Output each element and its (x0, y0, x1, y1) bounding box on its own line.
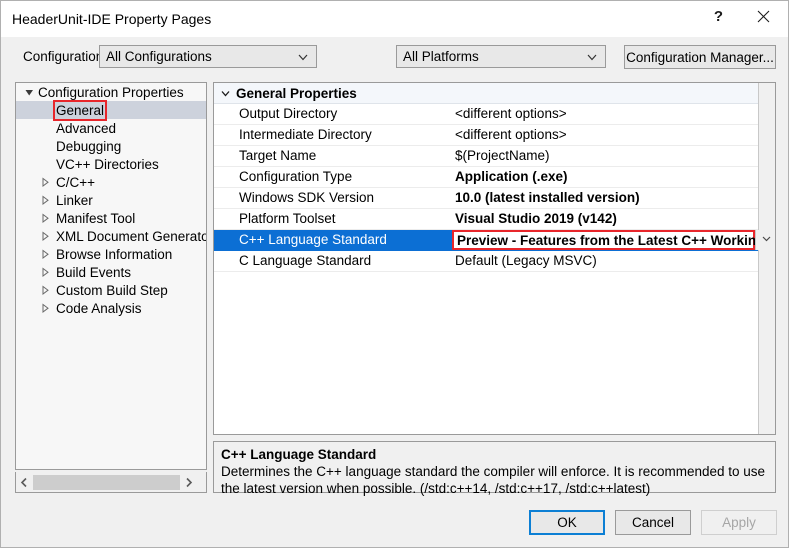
property-value[interactable]: Application (.exe) (455, 169, 568, 184)
property-value-editor[interactable]: Preview - Features from the Latest C++ W… (452, 230, 775, 250)
tree-item-label: Code Analysis (56, 300, 142, 316)
title-bar: HeaderUnit-IDE Property Pages ? (1, 1, 788, 37)
tree-item-label: Browse Information (56, 246, 173, 262)
table-row[interactable]: Windows SDK Version 10.0 (latest install… (214, 188, 758, 209)
tree-item-label: XML Document Generator (56, 228, 207, 244)
property-pages-dialog: HeaderUnit-IDE Property Pages ? Configur… (0, 0, 789, 548)
configuration-manager-button[interactable]: Configuration Manager... (624, 45, 776, 69)
property-name: Platform Toolset (239, 211, 336, 226)
triangle-right-icon[interactable] (40, 212, 51, 224)
table-row[interactable]: Output Directory <different options> (214, 104, 758, 125)
sidebar-item-advanced[interactable]: Advanced (16, 119, 206, 137)
sidebar-item-manifest-tool[interactable]: Manifest Tool (16, 209, 206, 227)
property-grid[interactable]: General Properties Output Directory <dif… (213, 82, 776, 435)
triangle-right-icon[interactable] (40, 284, 51, 296)
grid-section-title: General Properties (236, 85, 357, 101)
platform-select-value: All Platforms (403, 49, 479, 64)
configuration-select-value: All Configurations (106, 49, 212, 64)
configuration-label: Configuration: (23, 49, 108, 64)
grid-right-gutter (758, 83, 775, 434)
tree-root-label: Configuration Properties (38, 84, 184, 100)
grid-section-header[interactable]: General Properties (214, 83, 758, 104)
tree-item-label: Advanced (56, 120, 117, 136)
chevron-right-icon[interactable] (180, 473, 197, 492)
table-row[interactable]: Configuration Type Application (.exe) (214, 167, 758, 188)
sidebar-item-custom-build-step[interactable]: Custom Build Step (16, 281, 206, 299)
configuration-properties-tree[interactable]: Configuration Properties General Advance… (15, 82, 207, 470)
close-icon (757, 10, 770, 23)
configuration-select[interactable]: All Configurations (99, 45, 317, 68)
table-row[interactable]: Target Name $(ProjectName) (214, 146, 758, 167)
chevron-down-icon (761, 231, 772, 249)
apply-button[interactable]: Apply (701, 510, 777, 535)
tree-root-configuration-properties[interactable]: Configuration Properties (16, 83, 206, 101)
cancel-button[interactable]: Cancel (615, 510, 691, 535)
table-row[interactable]: C Language Standard Default (Legacy MSVC… (214, 251, 758, 272)
tree-horizontal-scrollbar[interactable] (15, 472, 207, 493)
table-row[interactable]: Intermediate Directory <different option… (214, 125, 758, 146)
table-row[interactable]: Platform Toolset Visual Studio 2019 (v14… (214, 209, 758, 230)
tree-item-label: Manifest Tool (56, 210, 136, 226)
property-name: Target Name (239, 148, 317, 163)
configuration-toolbar: Configuration: All Configurations Platfo… (1, 37, 788, 77)
sidebar-item-debugging[interactable]: Debugging (16, 137, 206, 155)
tree-item-label: VC++ Directories (56, 156, 159, 172)
tree-item-label: C/C++ (56, 174, 96, 190)
table-row-selected[interactable]: C++ Language Standard Preview - Features… (214, 230, 775, 251)
property-value[interactable]: Visual Studio 2019 (v142) (455, 211, 617, 226)
triangle-right-icon[interactable] (40, 302, 51, 314)
property-name: Windows SDK Version (239, 190, 375, 205)
sidebar-item-linker[interactable]: Linker (16, 191, 206, 209)
tree-item-label: Custom Build Step (56, 282, 168, 298)
chevron-down-icon[interactable] (214, 88, 236, 99)
triangle-down-icon (24, 86, 35, 97)
property-value[interactable]: <different options> (455, 106, 567, 121)
window-title: HeaderUnit-IDE Property Pages (12, 11, 212, 27)
property-value[interactable]: Default (Legacy MSVC) (455, 253, 597, 268)
sidebar-item-code-analysis[interactable]: Code Analysis (16, 299, 206, 317)
property-value-dropdown-button[interactable] (755, 230, 775, 250)
question-mark-icon: ? (713, 7, 724, 25)
close-button[interactable] (741, 1, 786, 31)
ok-button[interactable]: OK (529, 510, 605, 535)
property-name: Output Directory (239, 106, 338, 121)
tree-item-label: Build Events (56, 264, 132, 280)
property-description-panel: C++ Language Standard Determines the C++… (213, 441, 776, 496)
property-name: Configuration Type (239, 169, 353, 184)
sidebar-item-browse-information[interactable]: Browse Information (16, 245, 206, 263)
property-value[interactable]: 10.0 (latest installed version) (455, 190, 640, 205)
sidebar-item-c-cpp[interactable]: C/C++ (16, 173, 206, 191)
triangle-right-icon[interactable] (40, 248, 51, 260)
property-name: Intermediate Directory (239, 127, 372, 142)
tree-item-label: General (52, 99, 108, 121)
sidebar-item-xml-document-generator[interactable]: XML Document Generator (16, 227, 206, 245)
scrollbar-thumb[interactable] (33, 474, 180, 490)
chevron-down-icon (586, 50, 598, 62)
triangle-right-icon[interactable] (40, 230, 51, 242)
triangle-right-icon[interactable] (40, 176, 51, 188)
description-title: C++ Language Standard (221, 447, 377, 462)
tree-item-label: Linker (56, 192, 93, 208)
help-button[interactable]: ? (696, 1, 741, 31)
sidebar-item-vc-directories[interactable]: VC++ Directories (16, 155, 206, 173)
dialog-footer: OK Cancel Apply (1, 504, 788, 547)
sidebar-item-build-events[interactable]: Build Events (16, 263, 206, 281)
triangle-right-icon[interactable] (40, 266, 51, 278)
chevron-left-icon[interactable] (16, 473, 33, 492)
property-name: C++ Language Standard (239, 232, 387, 247)
property-value[interactable]: $(ProjectName) (455, 148, 550, 163)
property-value: Preview - Features from the Latest C++ W… (457, 233, 776, 248)
triangle-right-icon[interactable] (40, 194, 51, 206)
platform-select[interactable]: All Platforms (396, 45, 606, 68)
description-body: Determines the C++ language standard the… (221, 464, 766, 496)
tree-item-label: Debugging (56, 138, 122, 154)
property-value[interactable]: <different options> (455, 127, 567, 142)
sidebar-item-general[interactable]: General (16, 99, 206, 121)
chevron-down-icon (297, 50, 309, 62)
property-name: C Language Standard (239, 253, 372, 268)
grid-content: General Properties Output Directory <dif… (214, 83, 775, 434)
